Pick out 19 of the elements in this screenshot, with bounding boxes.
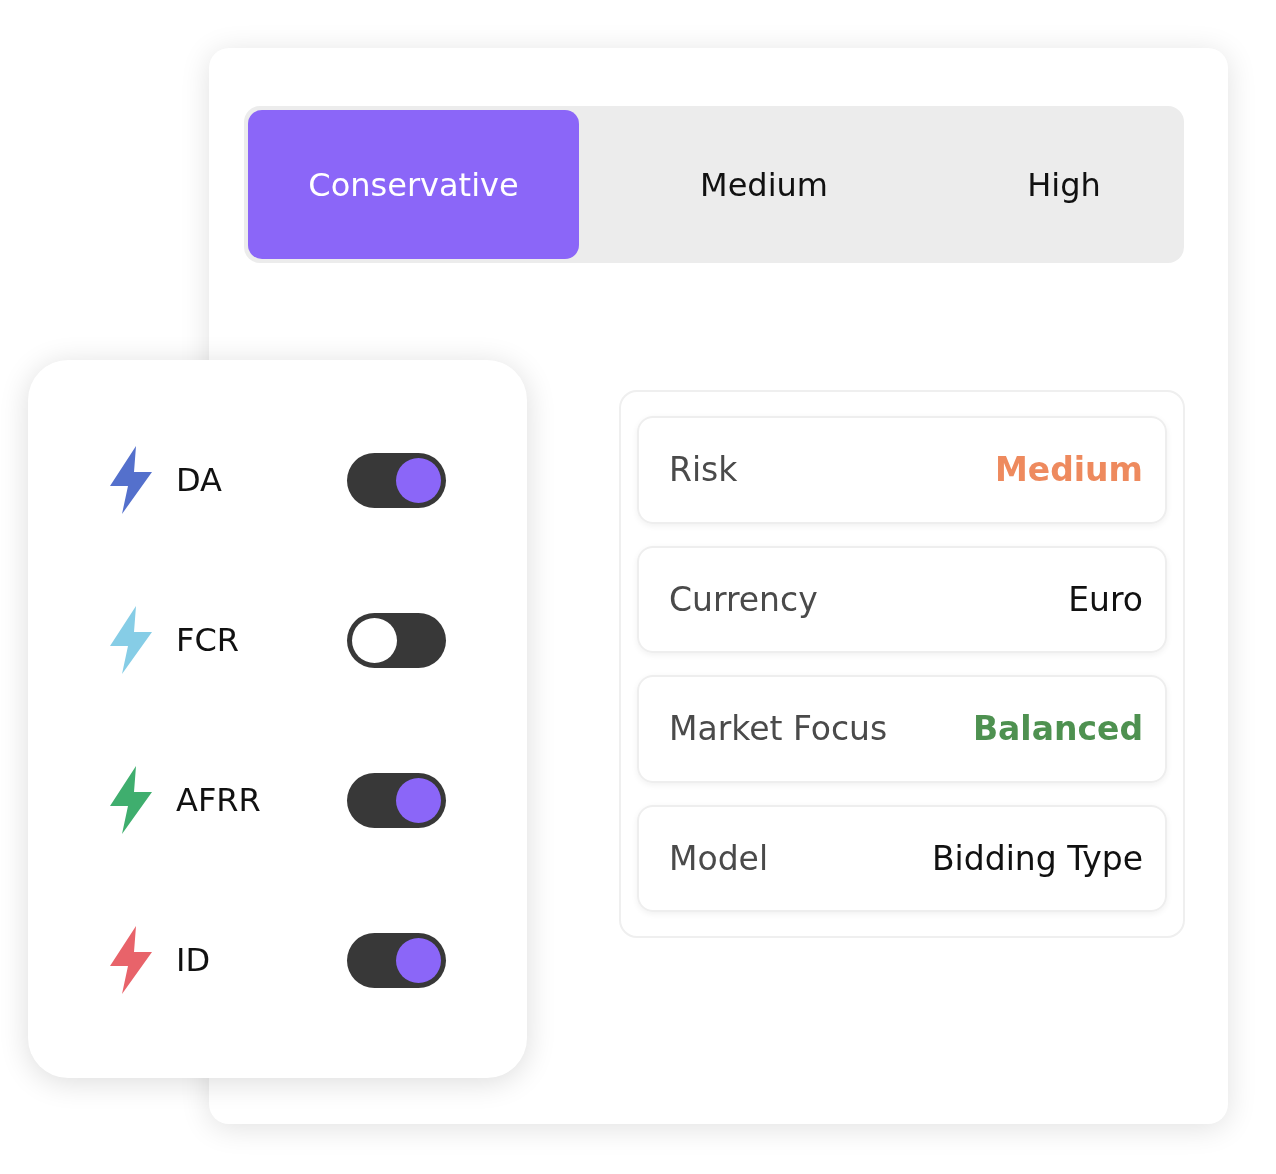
market-label: ID — [176, 941, 212, 979]
market-label: DA — [176, 461, 223, 499]
toggle-switch[interactable] — [347, 772, 446, 828]
toggle-switch[interactable] — [347, 612, 446, 668]
market-label: FCR — [176, 621, 240, 659]
setting-label: Model — [669, 838, 769, 878]
setting-value: Medium — [994, 450, 1143, 490]
risk-tab[interactable]: Medium — [579, 110, 949, 259]
setting-label: Risk — [669, 450, 738, 490]
risk-tab[interactable]: Conservative — [248, 110, 579, 259]
risk-tab[interactable]: High — [949, 110, 1179, 259]
toggle-switch[interactable] — [347, 932, 446, 988]
setting-label: Currency — [669, 579, 818, 619]
market-label: AFRR — [176, 781, 262, 819]
setting-value: Euro — [1068, 579, 1143, 619]
setting-value: Bidding Type — [931, 838, 1143, 878]
setting-value: Balanced — [972, 709, 1143, 749]
toggle-switch[interactable] — [347, 452, 446, 508]
setting-label: Market Focus — [669, 709, 888, 749]
